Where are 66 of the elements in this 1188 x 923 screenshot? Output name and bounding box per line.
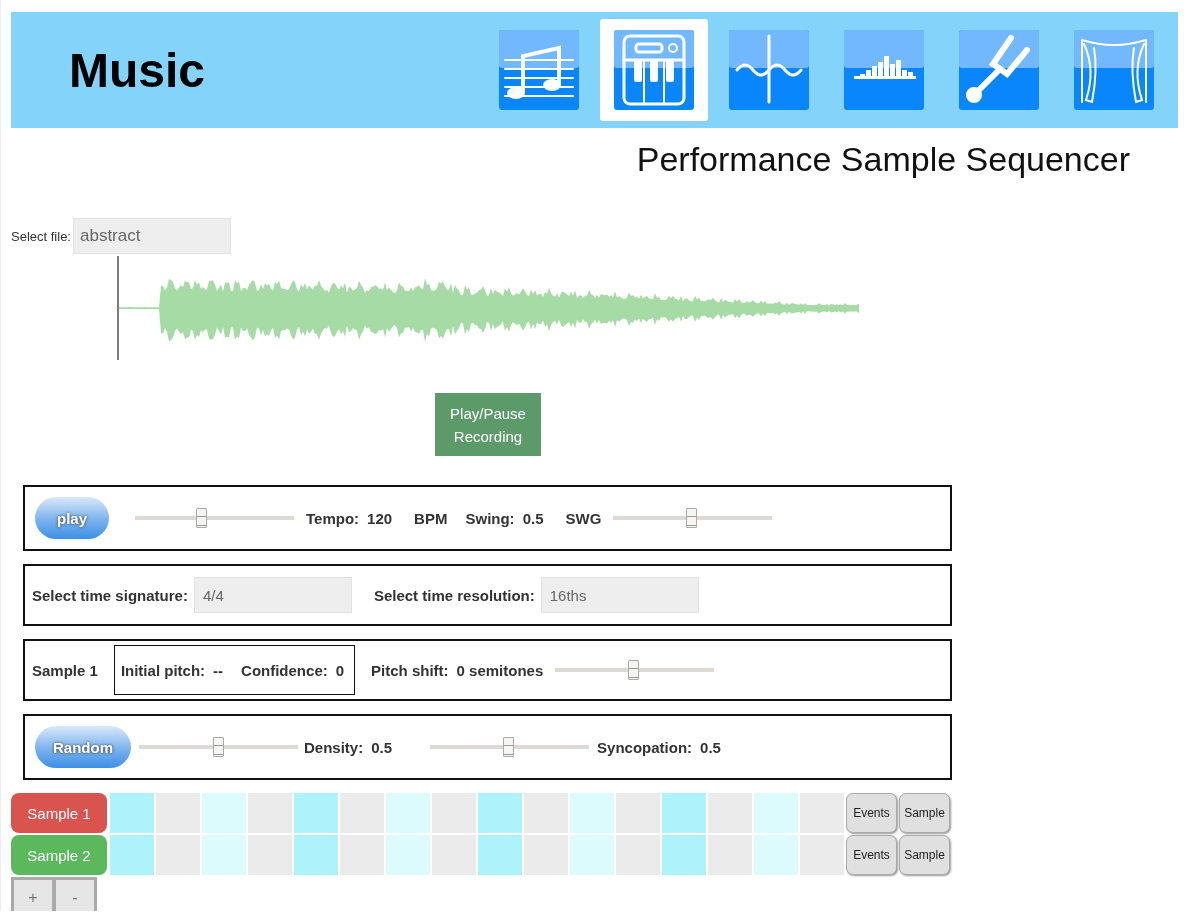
syncopation-value: 0.5 [700,738,721,756]
step-cell[interactable] [386,793,430,833]
time-resolution-select[interactable]: 16ths [540,577,699,613]
wave-icon [729,30,809,110]
curtain-icon [1074,30,1154,110]
nav-tab[interactable] [600,19,708,121]
events-button[interactable]: Events [846,835,897,875]
slider[interactable] [139,737,298,757]
step-cell[interactable] [570,793,614,833]
step-cell[interactable] [202,835,246,875]
pitch-shift-value: 0 semitones [456,661,544,679]
density-value: 0.5 [371,738,393,756]
slider[interactable] [135,508,294,528]
pitch-shift-label: Pitch shift: [371,661,449,679]
syncopation-label: Syncopation: [597,738,693,756]
swing-label: Swing: [465,509,515,527]
field-label: Select file: [11,228,71,244]
keyboard-icon [614,30,694,110]
step-cell[interactable] [386,835,430,875]
sample-button[interactable]: Sample [899,793,950,833]
sample-button[interactable]: Sample [899,835,950,875]
equalizer-icon [844,30,924,110]
slider[interactable] [613,508,773,528]
slider-thumb[interactable] [627,660,639,680]
step-cell[interactable] [110,835,154,875]
step-cell[interactable] [478,793,522,833]
remove-track-button[interactable]: - [56,880,94,911]
field-label: Select time signature: [32,586,188,604]
step-cell[interactable] [662,793,706,833]
music-notes-icon [499,30,579,110]
time-signature-select[interactable]: 4/4 [193,577,352,613]
add-track-button[interactable]: + [14,880,52,911]
pitch-label: Initial pitch: [120,661,206,679]
tuning-fork-icon [959,30,1039,110]
confidence-label: Confidence: [241,661,328,679]
pitch-value: -- [213,661,224,679]
tempo-unit: BPM [414,509,448,527]
tempo-value: 120 [367,509,393,527]
step-cell[interactable] [478,835,522,875]
step-cell[interactable] [294,793,338,833]
field-label: Select time resolution: [373,586,535,604]
slider-thumb[interactable] [195,508,207,528]
step-cell[interactable] [294,835,338,875]
step-cell[interactable] [202,793,246,833]
app-title: Music [69,42,207,98]
tempo-label: Tempo: [306,509,360,527]
slider-thumb[interactable] [502,737,514,757]
slider-thumb[interactable] [685,508,697,528]
step-cell[interactable] [754,835,798,875]
step-cell[interactable] [110,793,154,833]
file-select[interactable]: abstract [73,218,231,254]
slider[interactable] [555,660,715,680]
events-button[interactable]: Events [846,793,897,833]
track-button[interactable]: Sample 1 [11,793,107,833]
slider[interactable] [430,737,590,757]
play-pause-recording-button[interactable]: Play/Pause Recording [435,393,541,456]
confidence-value: 0 [335,661,345,679]
step-cell[interactable] [662,835,706,875]
sample-name: Sample 1 [32,661,98,679]
slider-thumb[interactable] [213,737,224,757]
swing-value: 0.5 [522,509,544,527]
step-cell[interactable] [570,835,614,875]
swing-unit: SWG [565,509,602,527]
density-label: Density: [304,738,364,756]
page-title: Performance Sample Sequencer [636,140,1130,180]
step-cell[interactable] [754,793,798,833]
